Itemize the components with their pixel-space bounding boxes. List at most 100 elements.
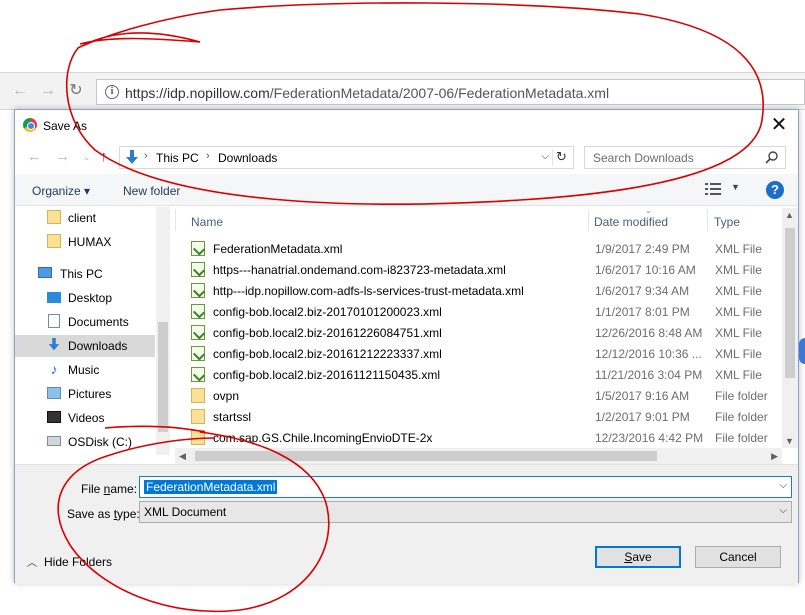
save-options-panel: File name: FederationMetadata.xml ⌵ Save… [15, 464, 798, 584]
nav-item-label: Downloads [68, 339, 128, 353]
computer-icon [38, 267, 52, 278]
address-row: ← → ⌄ ↑ › This PC › Downloads ⌵ ↻ Search… [15, 140, 798, 174]
nav-item-label: OSDisk (C:) [68, 435, 132, 449]
scroll-down-icon[interactable]: ▼ [785, 436, 794, 446]
organize-button[interactable]: Organize ▾ [32, 184, 90, 198]
browser-toolbar: ← → ↻ i https://idp.nopillow.com/Federat… [0, 72, 805, 110]
chevron-down-icon[interactable]: ⌵ [779, 505, 787, 516]
file-date: 11/21/2016 3:04 PM [595, 368, 703, 382]
xml-file-icon [191, 304, 205, 319]
scroll-right-icon[interactable]: ▶ [771, 451, 778, 462]
nav-item-downloads[interactable]: Downloads [15, 335, 155, 357]
xml-file-icon [191, 325, 205, 340]
nav-scrollbar[interactable] [156, 207, 170, 455]
file-list-horizontal-scrollbar[interactable]: ◀ ▶ [175, 448, 782, 464]
file-list-vertical-scrollbar[interactable]: ▲ ▼ [782, 208, 798, 448]
nav-item-this-pc[interactable]: This PC [15, 263, 155, 285]
vertical-scrollbar-thumb[interactable] [785, 228, 795, 378]
hide-folders-button[interactable]: ︿ Hide Folders [27, 554, 112, 569]
downloads-icon [48, 338, 60, 351]
file-row[interactable]: config-bob.local2.biz-20161121150435.xml… [189, 364, 781, 385]
cancel-button[interactable]: Cancel [695, 546, 781, 568]
search-input[interactable]: Search Downloads [584, 146, 786, 169]
file-row[interactable]: com.sap.GS.Chile.IncomingEnvioDTE-2x 12/… [189, 427, 781, 448]
up-arrow-icon[interactable]: ↑ [100, 148, 108, 165]
nav-item-label: HUMAX [68, 235, 112, 249]
file-date: 1/1/2017 8:01 PM [595, 305, 690, 319]
file-type: File folder [715, 389, 768, 403]
save-type-label: Save as type: [67, 507, 140, 521]
file-row[interactable]: startssl 1/2/2017 9:01 PM File folder [189, 406, 781, 427]
label-part: File [81, 482, 104, 496]
file-type: XML File [715, 284, 762, 298]
file-type: XML File [715, 326, 762, 340]
folder-icon [191, 430, 205, 445]
nav-item-desktop[interactable]: Desktop [15, 287, 155, 309]
search-icon[interactable] [765, 150, 779, 164]
folder-icon [47, 234, 61, 248]
chevron-down-icon[interactable]: ⌵ [779, 480, 787, 491]
info-icon[interactable]: i [105, 85, 119, 99]
breadcrumb-this-pc[interactable]: This PC [156, 151, 199, 165]
chevron-up-icon: ︿ [27, 558, 37, 569]
column-separator[interactable] [707, 209, 708, 231]
column-header-name[interactable]: Name [191, 215, 223, 229]
file-name: config-bob.local2.biz-20161121150435.xml [213, 368, 441, 382]
nav-item-osdisk[interactable]: OSDisk (C:) [15, 431, 155, 453]
close-icon[interactable]: ✕ [768, 114, 790, 136]
file-row[interactable]: FederationMetadata.xml 1/9/2017 2:49 PM … [189, 238, 781, 259]
chevron-down-icon: ▼ [731, 182, 740, 192]
file-name: ovpn [213, 389, 240, 403]
file-row[interactable]: config-bob.local2.biz-20170101200023.xml… [189, 301, 781, 322]
nav-item-videos[interactable]: Videos [15, 407, 155, 429]
recent-locations-icon[interactable]: ⌄ [83, 152, 91, 163]
xml-file-icon [191, 283, 205, 298]
column-separator[interactable] [588, 209, 589, 231]
nav-item-music[interactable]: ♪ Music [15, 359, 155, 381]
forward-arrow-icon[interactable]: → [38, 81, 58, 101]
breadcrumb[interactable]: › This PC › Downloads ⌵ ↻ [119, 146, 574, 169]
file-type: XML File [715, 242, 762, 256]
nav-item-pictures[interactable]: Pictures [15, 383, 155, 405]
column-header-date[interactable]: Date modified [594, 215, 668, 229]
horizontal-scrollbar-thumb[interactable] [195, 451, 657, 461]
view-options-button[interactable]: ▼ [705, 182, 741, 198]
file-row[interactable]: https---hanatrial.ondemand.com-i823723-m… [189, 259, 781, 280]
desktop-icon [47, 292, 61, 303]
chrome-icon [23, 118, 37, 132]
file-row[interactable]: config-bob.local2.biz-20161212223337.xml… [189, 343, 781, 364]
address-bar[interactable]: i https://idp.nopillow.com/FederationMet… [96, 79, 805, 105]
save-type-select[interactable]: XML Document ⌵ [139, 501, 792, 523]
dialog-titlebar: Save As ✕ [15, 110, 798, 140]
file-row[interactable]: ovpn 1/5/2017 9:16 AM File folder [189, 385, 781, 406]
reload-icon[interactable]: ↻ [66, 81, 86, 101]
file-row[interactable]: http---idp.nopillow.com-adfs-ls-services… [189, 280, 781, 301]
breadcrumb-downloads[interactable]: Downloads [218, 151, 277, 165]
file-row[interactable]: config-bob.local2.biz-20161226084751.xml… [189, 322, 781, 343]
file-date: 1/5/2017 9:16 AM [595, 389, 690, 403]
nav-item-humax[interactable]: HUMAX [15, 231, 155, 253]
file-date: 1/2/2017 9:01 PM [595, 410, 690, 424]
save-button[interactable]: Save [595, 546, 681, 568]
refresh-icon[interactable]: ↻ [552, 149, 570, 166]
scroll-left-icon[interactable]: ◀ [179, 451, 186, 462]
nav-item-documents[interactable]: Documents [15, 311, 155, 333]
new-folder-button[interactable]: New folder [123, 184, 180, 198]
column-separator [175, 209, 176, 231]
file-list: Name ⌄ Date modified Type FederationMeta… [175, 206, 799, 448]
back-arrow-icon[interactable]: ← [27, 148, 42, 165]
scroll-up-icon[interactable]: ▲ [785, 210, 794, 220]
help-icon[interactable]: ? [766, 181, 784, 199]
nav-scrollbar-thumb[interactable] [158, 322, 168, 432]
search-placeholder: Search Downloads [593, 151, 694, 165]
file-type: File folder [715, 410, 768, 424]
back-arrow-icon[interactable]: ← [10, 81, 30, 101]
file-date: 1/9/2017 2:49 PM [595, 242, 690, 256]
xml-file-icon [191, 367, 205, 382]
nav-item-client[interactable]: client [15, 207, 155, 229]
file-name-field[interactable]: FederationMetadata.xml ⌵ [139, 476, 792, 498]
column-header-type[interactable]: Type [714, 215, 740, 229]
file-name-value[interactable]: FederationMetadata.xml [144, 480, 278, 494]
forward-arrow-icon[interactable]: → [55, 148, 70, 165]
chevron-down-icon[interactable]: ⌵ [541, 151, 549, 162]
